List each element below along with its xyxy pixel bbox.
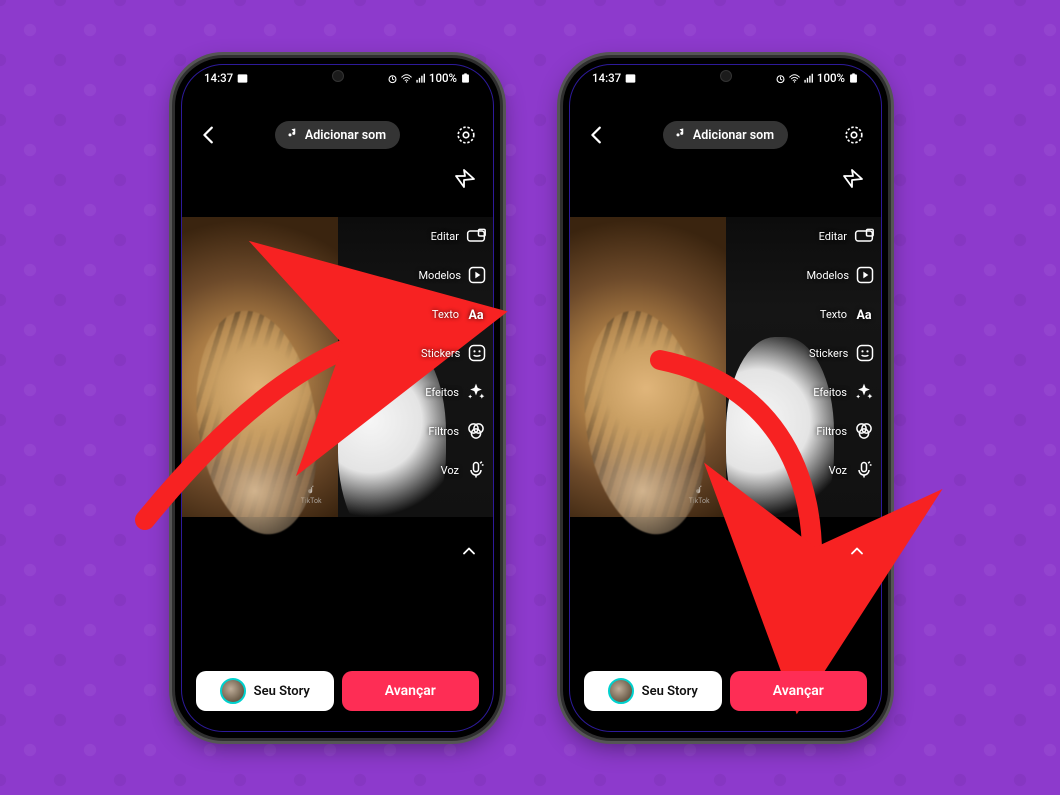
stickers-icon	[466, 342, 487, 364]
battery-icon	[848, 73, 859, 84]
effects-icon	[853, 381, 875, 403]
wifi-icon	[789, 73, 800, 84]
filters-icon	[853, 420, 875, 442]
wifi-icon	[401, 73, 412, 84]
tool-text[interactable]: Texto Aa	[421, 303, 487, 325]
voice-icon	[465, 459, 487, 481]
phone-right: 14:37 100%	[563, 58, 888, 738]
your-story-label: Seu Story	[642, 684, 698, 699]
add-sound-label: Adicionar som	[693, 128, 774, 143]
screen-left: 14:37 100%	[181, 64, 494, 732]
picture-icon	[237, 73, 248, 84]
preview-watermark: TikTok	[689, 485, 710, 505]
effects-icon	[465, 381, 487, 403]
bottom-action-row: Seu Story Avançar	[196, 671, 479, 711]
status-bar: 14:37 100%	[182, 65, 493, 91]
settings-button[interactable]	[449, 118, 483, 152]
battery-percent: 100%	[429, 71, 457, 85]
phone-left: 14:37 100%	[175, 58, 500, 738]
tool-voice[interactable]: Voz	[809, 459, 875, 481]
models-icon	[467, 264, 487, 286]
tool-stickers[interactable]: Stickers	[421, 342, 487, 364]
tool-models[interactable]: Modelos	[421, 264, 487, 286]
text-icon: Aa	[853, 303, 875, 325]
svg-text:Aa: Aa	[469, 308, 484, 323]
share-button[interactable]	[837, 161, 871, 195]
avatar	[608, 678, 634, 704]
tool-voice[interactable]: Voz	[421, 459, 487, 481]
next-button[interactable]: Avançar	[730, 671, 868, 711]
tool-models[interactable]: Modelos	[809, 264, 875, 286]
background-pattern	[0, 0, 1060, 795]
back-button[interactable]	[580, 118, 614, 152]
tool-filters[interactable]: Filtros	[809, 420, 875, 442]
next-button[interactable]: Avançar	[342, 671, 480, 711]
top-row: Adicionar som	[182, 115, 493, 155]
music-note-icon	[287, 127, 299, 143]
svg-text:Aa: Aa	[857, 308, 872, 323]
add-sound-label: Adicionar som	[305, 128, 386, 143]
status-bar: 14:37 100%	[570, 65, 881, 91]
tool-text[interactable]: Texto Aa	[809, 303, 875, 325]
picture-icon	[625, 73, 636, 84]
back-button[interactable]	[192, 118, 226, 152]
signal-icon	[415, 73, 426, 84]
tool-stickers[interactable]: Stickers	[809, 342, 875, 364]
tool-effects[interactable]: Efeitos	[809, 381, 875, 403]
your-story-button[interactable]: Seu Story	[584, 671, 722, 711]
tool-edit[interactable]: Editar	[809, 225, 875, 247]
avatar	[220, 678, 246, 704]
battery-percent: 100%	[817, 71, 845, 85]
preview-watermark: TikTok	[301, 485, 322, 505]
edit-tool-rail: Editar Modelos Texto Aa Stickers Efeitos…	[421, 217, 487, 481]
add-sound-chip[interactable]: Adicionar som	[275, 121, 400, 149]
music-note-icon	[675, 127, 687, 143]
tool-filters[interactable]: Filtros	[421, 420, 487, 442]
preview-left-clip: TikTok	[570, 217, 726, 517]
rail-expand-toggle[interactable]	[459, 541, 479, 565]
status-time: 14:37	[592, 71, 621, 85]
text-icon: Aa	[465, 303, 487, 325]
edit-tool-rail: Editar Modelos Texto Aa Stickers Efeitos…	[809, 217, 875, 481]
top-row: Adicionar som	[570, 115, 881, 155]
stickers-icon	[854, 342, 875, 364]
screen-right: 14:37 100%	[569, 64, 882, 732]
your-story-button[interactable]: Seu Story	[196, 671, 334, 711]
alarm-icon	[387, 73, 398, 84]
preview-left-clip: TikTok	[182, 217, 338, 517]
status-time: 14:37	[204, 71, 233, 85]
share-button[interactable]	[449, 161, 483, 195]
battery-icon	[460, 73, 471, 84]
models-icon	[855, 264, 875, 286]
next-label: Avançar	[773, 683, 824, 699]
bottom-action-row: Seu Story Avançar	[584, 671, 867, 711]
add-sound-chip[interactable]: Adicionar som	[663, 121, 788, 149]
next-label: Avançar	[385, 683, 436, 699]
signal-icon	[803, 73, 814, 84]
rail-expand-toggle[interactable]	[847, 541, 867, 565]
filters-icon	[465, 420, 487, 442]
tool-effects[interactable]: Efeitos	[421, 381, 487, 403]
tool-edit[interactable]: Editar	[421, 225, 487, 247]
your-story-label: Seu Story	[254, 684, 310, 699]
edit-icon	[465, 225, 487, 247]
alarm-icon	[775, 73, 786, 84]
settings-button[interactable]	[837, 118, 871, 152]
edit-icon	[853, 225, 875, 247]
voice-icon	[853, 459, 875, 481]
